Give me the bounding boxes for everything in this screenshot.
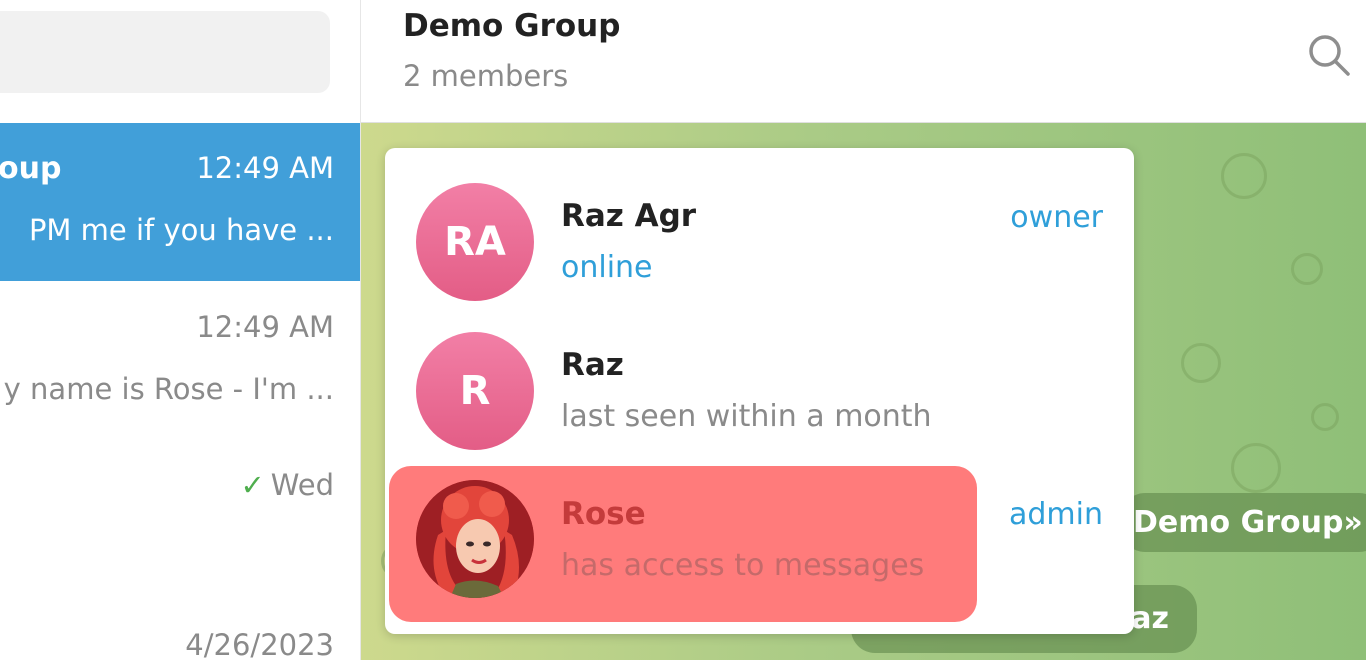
read-check-icon: ✓ <box>240 468 265 502</box>
chat-preview: PM me if you have ... <box>28 213 334 247</box>
chat-time-row: ✓ Wed <box>240 468 334 502</box>
search-icon[interactable] <box>1306 32 1352 78</box>
chat-time: 4/26/2023 <box>185 628 334 660</box>
member-status: last seen within a month <box>561 399 932 434</box>
doodle-shape <box>1221 153 1267 199</box>
chat-time: 12:49 AM <box>196 310 334 344</box>
chat-preview: y name is Rose - I'm ... <box>3 372 334 406</box>
members-count[interactable]: 2 members <box>403 59 568 93</box>
chat-title: Demo Group <box>403 8 621 44</box>
member-status: has access to messages <box>561 548 925 583</box>
member-status: online <box>561 250 653 285</box>
member-row-raz-agr[interactable]: RA Raz Agr online owner <box>385 148 1134 301</box>
avatar <box>416 480 534 598</box>
avatar: RA <box>416 183 534 301</box>
member-role-badge: admin <box>1009 497 1103 532</box>
chat-list-item[interactable]: 4/26/2023 <box>0 600 360 660</box>
chat-time: 12:49 AM <box>196 151 334 185</box>
chat-list-item-active[interactable]: oup 12:49 AM PM me if you have ... <box>0 123 360 281</box>
doodle-shape <box>1291 253 1323 285</box>
member-row-raz[interactable]: R Raz last seen within a month <box>385 297 1134 450</box>
chat-list-sidebar: oup 12:49 AM PM me if you have ... 12:49… <box>0 0 361 660</box>
member-name: Raz <box>561 347 624 383</box>
member-row-rose[interactable]: Rose has access to messages admin <box>385 466 1134 622</box>
avatar: R <box>416 332 534 450</box>
members-popup: RA Raz Agr online owner R Raz last seen … <box>385 148 1134 634</box>
avatar-illustration <box>416 480 534 598</box>
chat-list-item[interactable]: 12:49 AM y name is Rose - I'm ... <box>0 281 360 439</box>
member-role-badge: owner <box>1010 200 1103 235</box>
search-input[interactable] <box>0 11 330 93</box>
chat-header[interactable]: Demo Group 2 members <box>361 0 1366 123</box>
member-name: Rose <box>561 496 646 532</box>
doodle-shape <box>1311 403 1339 431</box>
chat-time: Wed <box>270 468 334 502</box>
chat-list-item[interactable]: ✓ Wed <box>0 439 360 579</box>
service-message: Demo Group» <box>1121 493 1366 552</box>
doodle-shape <box>1231 443 1281 493</box>
member-name: Raz Agr <box>561 198 697 234</box>
chat-name: oup <box>0 151 62 186</box>
doodle-shape <box>1181 343 1221 383</box>
